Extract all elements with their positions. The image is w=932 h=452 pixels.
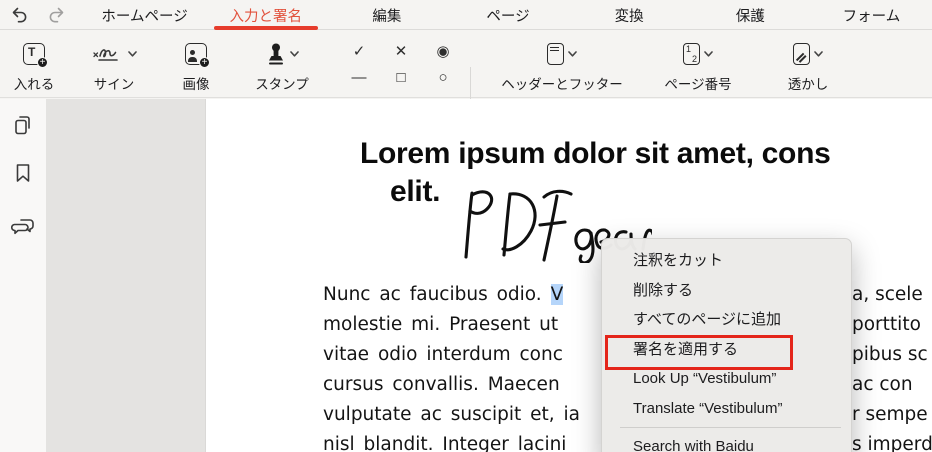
bookmark-icon xyxy=(16,164,30,182)
chevron-down-icon xyxy=(127,51,137,57)
bookmarks-button[interactable] xyxy=(11,161,35,185)
history-buttons xyxy=(8,4,68,26)
watermark-icon xyxy=(793,43,810,65)
tab-page[interactable]: ページ xyxy=(447,0,568,30)
chevron-down-icon xyxy=(568,51,577,57)
pdf-editor-window: ホームページ 入力と署名 編集 ページ 変換 保護 フォーム T + 入れる サ… xyxy=(0,0,932,452)
doc-body-line: nisl blandit. Integer lacini xyxy=(323,434,567,452)
selected-word: V xyxy=(550,284,564,305)
crossmark-tool[interactable]: ✕ xyxy=(380,37,422,64)
menu-item-cut-annotation[interactable]: 注釈をカット xyxy=(602,246,851,276)
checkmark-tool[interactable]: ✓ xyxy=(338,37,380,64)
tab-protect[interactable]: 保護 xyxy=(690,0,811,30)
body-text: Nunc ac faucibus odio. xyxy=(323,284,551,305)
image-icon: + xyxy=(185,43,210,68)
body-text-fragment: porttito xyxy=(852,314,921,335)
menu-item-apply-signature[interactable]: 署名を適用する xyxy=(602,335,851,365)
doc-heading-line2: elit. xyxy=(390,175,441,208)
tab-convert[interactable]: 変換 xyxy=(569,0,690,30)
undo-button[interactable] xyxy=(8,4,30,26)
page-number-icon-digit-2: 2 xyxy=(691,54,697,64)
left-icon-rail xyxy=(0,99,46,452)
body-text-fragment: pibus sc xyxy=(852,344,928,365)
page-thumbnails-button[interactable] xyxy=(11,113,35,137)
dot-tool[interactable]: ◉ xyxy=(422,37,464,64)
menu-item-delete[interactable]: 削除する xyxy=(602,276,851,306)
menu-divider xyxy=(620,427,841,428)
undo-icon xyxy=(12,7,27,23)
comments-icon xyxy=(10,219,34,235)
chevron-down-icon xyxy=(289,51,299,57)
watermark-label: 透かし xyxy=(787,77,829,92)
insert-text-label: 入れる xyxy=(13,77,55,92)
tab-fill-and-sign[interactable]: 入力と署名 xyxy=(205,0,326,30)
tab-form[interactable]: フォーム xyxy=(811,0,932,30)
doc-body-line: vulputate ac suscipit et, ia xyxy=(323,404,580,425)
menu-item-search-with[interactable]: Search with Baidu xyxy=(602,432,851,452)
image-label: 画像 xyxy=(182,77,210,92)
chevron-down-icon xyxy=(814,51,823,57)
tab-edit[interactable]: 編集 xyxy=(326,0,447,30)
context-menu: 注釈をカット 削除する すべてのページに追加 署名を適用する Look Up “… xyxy=(601,238,852,452)
sign-button[interactable]: サイン xyxy=(82,37,146,93)
page-number-label: ページ番号 xyxy=(664,77,732,92)
stamp-icon xyxy=(268,43,283,65)
circle-tool[interactable]: ○ xyxy=(422,64,464,91)
page-number-button[interactable]: 1 2 ページ番号 xyxy=(658,37,738,93)
signature-icon xyxy=(92,49,118,61)
doc-body-line: molestie mi. Praesent ut xyxy=(323,314,559,335)
body-text-fragment: ac con xyxy=(852,374,913,395)
line-tool[interactable]: — xyxy=(338,64,380,91)
sign-label: サイン xyxy=(93,77,135,92)
tab-home[interactable]: ホームページ xyxy=(84,0,205,30)
fill-sign-toolbar: T + 入れる サイン + 画像 スタンプ ✓ ✕ ◉ — □ ○ ヘッダーとフ… xyxy=(0,31,932,121)
insert-text-icon: T + xyxy=(23,43,48,68)
header-footer-icon xyxy=(547,43,564,65)
chevron-down-icon xyxy=(704,51,713,57)
ribbon-tabs: ホームページ 入力と署名 編集 ページ 変換 保護 フォーム xyxy=(84,0,932,30)
image-button[interactable]: + 画像 xyxy=(168,37,224,93)
stamp-label: スタンプ xyxy=(255,77,309,92)
redo-button[interactable] xyxy=(46,4,68,26)
header-footer-label: ヘッダーとフッター xyxy=(501,77,623,92)
comments-button[interactable] xyxy=(10,215,35,239)
menu-item-look-up[interactable]: Look Up “Vestibulum” xyxy=(602,364,851,394)
stamp-button[interactable]: スタンプ xyxy=(244,37,320,93)
body-text-fragment: s imperd xyxy=(852,434,932,452)
doc-body-line: Nunc ac faucibus odio. V xyxy=(323,284,564,305)
page-thumbnails-icon xyxy=(15,116,30,135)
body-text-fragment: a, scele xyxy=(852,284,923,305)
doc-body-line: vitae odio interdum conc xyxy=(323,344,563,365)
redo-icon xyxy=(49,7,64,23)
ribbon-tab-bar: ホームページ 入力と署名 編集 ページ 変換 保護 フォーム xyxy=(0,0,932,30)
fill-shapes-grid: ✓ ✕ ◉ — □ ○ xyxy=(338,37,464,91)
navigation-panel[interactable] xyxy=(46,99,206,452)
body-text-fragment: r sempe xyxy=(852,404,928,425)
doc-body-line: cursus convallis. Maecen xyxy=(323,374,560,395)
doc-heading-line1: Lorem ipsum dolor sit amet, cons xyxy=(360,137,831,170)
insert-text-button[interactable]: T + 入れる xyxy=(6,37,62,93)
menu-item-translate[interactable]: Translate “Vestibulum” xyxy=(602,394,851,424)
page-number-icon: 1 2 xyxy=(683,43,700,65)
rectangle-tool[interactable]: □ xyxy=(380,64,422,91)
menu-item-add-to-all-pages[interactable]: すべてのページに追加 xyxy=(602,305,851,335)
header-footer-button[interactable]: ヘッダーとフッター xyxy=(488,37,636,93)
watermark-button[interactable]: 透かし xyxy=(768,37,848,93)
page-number-icon-digit-1: 1 xyxy=(686,44,692,54)
